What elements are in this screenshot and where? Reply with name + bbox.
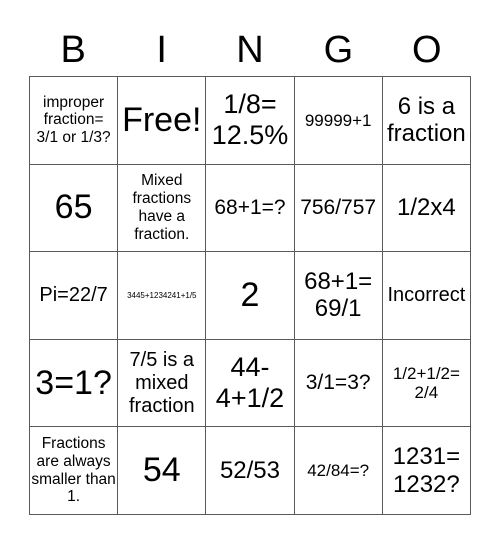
bingo-cell[interactable]: Fractions are always smaller than 1. bbox=[28, 426, 119, 515]
bingo-board: improper fraction= 3/1 or 1/3? Free! 1/8… bbox=[28, 76, 472, 515]
bingo-cell[interactable]: Mixed fractions have a fraction. bbox=[117, 163, 207, 253]
bingo-cell[interactable]: 756/757 bbox=[293, 163, 383, 253]
bingo-cell[interactable]: 65 bbox=[28, 163, 119, 253]
bingo-cell[interactable]: 99999+1 bbox=[293, 76, 383, 165]
bingo-cell[interactable]: 68+1= 69/1 bbox=[293, 251, 383, 340]
bingo-cell[interactable]: 54 bbox=[117, 426, 207, 515]
bingo-cell[interactable]: 7/5 is a mixed fraction bbox=[117, 338, 207, 428]
bingo-header: B I N G O bbox=[29, 26, 471, 74]
bingo-cell[interactable]: 1/2+1/2= 2/4 bbox=[381, 338, 472, 428]
bingo-cell[interactable]: 68+1=? bbox=[205, 163, 295, 253]
header-letter-o: O bbox=[412, 29, 442, 71]
bingo-cell[interactable]: 44- 4+1/2 bbox=[205, 338, 295, 428]
bingo-cell[interactable]: 2 bbox=[205, 251, 295, 340]
header-letter-i: I bbox=[156, 29, 167, 71]
board-row: Fractions are always smaller than 1. 54 … bbox=[28, 426, 472, 515]
bingo-cell[interactable]: 3/1=3? bbox=[293, 338, 383, 428]
board-row: Pi=22/7 3445+1234241+1/5 2 68+1= 69/1 In… bbox=[28, 251, 472, 340]
bingo-cell[interactable]: 1231= 1232? bbox=[381, 426, 472, 515]
bingo-cell[interactable]: 52/53 bbox=[205, 426, 295, 515]
bingo-cell[interactable]: improper fraction= 3/1 or 1/3? bbox=[28, 76, 119, 165]
bingo-cell[interactable]: Pi=22/7 bbox=[28, 251, 119, 340]
header-letter-g: G bbox=[323, 29, 354, 71]
bingo-cell[interactable]: 6 is a fraction bbox=[381, 76, 472, 165]
bingo-cell[interactable]: 3=1? bbox=[28, 338, 119, 428]
bingo-cell[interactable]: Incorrect bbox=[381, 251, 472, 340]
bingo-cell[interactable]: 42/84=? bbox=[293, 426, 383, 515]
bingo-cell[interactable]: 3445+1234241+1/5 bbox=[117, 251, 207, 340]
board-row: improper fraction= 3/1 or 1/3? Free! 1/8… bbox=[28, 76, 472, 165]
bingo-cell-free[interactable]: Free! bbox=[117, 76, 207, 165]
board-row: 3=1? 7/5 is a mixed fraction 44- 4+1/2 3… bbox=[28, 338, 472, 428]
header-letter-n: N bbox=[236, 29, 264, 71]
bingo-cell[interactable]: 1/8= 12.5% bbox=[205, 76, 295, 165]
header-letter-b: B bbox=[60, 29, 86, 71]
board-row: 65 Mixed fractions have a fraction. 68+1… bbox=[28, 163, 472, 253]
bingo-cell[interactable]: 1/2x4 bbox=[381, 163, 472, 253]
